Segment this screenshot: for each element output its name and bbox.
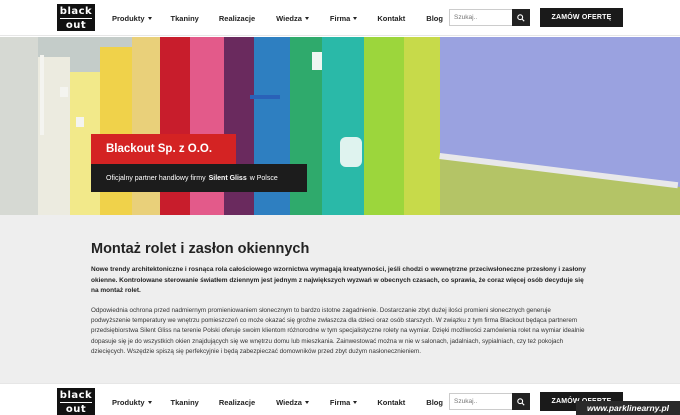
nav-item-firma[interactable]: Firma	[330, 398, 358, 407]
search-input[interactable]	[449, 9, 512, 26]
search-input[interactable]	[449, 393, 512, 410]
nav-item-kontakt[interactable]: Kontakt	[377, 398, 405, 407]
nav-item-produkty[interactable]: Produkty	[112, 398, 152, 407]
watermark-label: www.parklinearny.pl	[576, 401, 680, 415]
nav-item-kontakt[interactable]: Kontakt	[377, 14, 405, 23]
hero-subtitle: Oficjalny partner handlowy firmy Silent …	[91, 164, 307, 192]
nav-item-realizacje[interactable]: Realizacje	[219, 398, 255, 407]
nav-item-realizacje[interactable]: Realizacje	[219, 14, 255, 23]
nav-item-wiedza[interactable]: Wiedza	[276, 398, 309, 407]
nav-item-blog[interactable]: Blog	[426, 14, 443, 23]
main-menu: Produkty Tkaniny Realizacje Wiedza Firma…	[104, 384, 443, 415]
logo-line1: black	[59, 390, 93, 401]
search-button[interactable]	[512, 393, 530, 410]
search-button[interactable]	[512, 9, 530, 26]
brand-logo[interactable]: black out	[57, 388, 95, 415]
nav-item-tkaniny[interactable]: Tkaniny	[171, 14, 199, 23]
nav-item-firma[interactable]: Firma	[330, 14, 358, 23]
chevron-down-icon	[353, 16, 358, 20]
search-icon	[517, 13, 525, 22]
search-icon	[517, 397, 525, 406]
nav-item-tkaniny[interactable]: Tkaniny	[171, 398, 199, 407]
nav-item-produkty[interactable]: Produkty	[112, 14, 152, 23]
chevron-down-icon	[353, 400, 358, 404]
logo-line2: out	[60, 18, 92, 31]
hero-slider: Blackout Sp. z O.O. Oficjalny partner ha…	[0, 37, 680, 215]
hero-title: Blackout Sp. z O.O.	[91, 134, 236, 164]
chevron-down-icon	[147, 400, 152, 404]
order-offer-button[interactable]: ZAMÓW OFERTĘ	[540, 8, 623, 27]
main-menu: Produkty Tkaniny Realizacje Wiedza Firma…	[104, 0, 443, 36]
logo-line2: out	[60, 402, 92, 415]
nav-item-blog[interactable]: Blog	[426, 398, 443, 407]
chevron-down-icon	[304, 16, 309, 20]
top-navbar: black out Produkty Tkaniny Realizacje Wi…	[0, 0, 680, 36]
main-content: Montaż rolet i zasłon okiennych Nowe tre…	[0, 215, 680, 383]
nav-item-wiedza[interactable]: Wiedza	[276, 14, 309, 23]
page-title: Montaż rolet i zasłon okiennych	[91, 241, 310, 257]
brand-logo[interactable]: black out	[57, 4, 95, 31]
body-paragraph: Odpowiednia ochrona przed nadmiernym pro…	[91, 307, 585, 355]
lead-paragraph: Nowe trendy architektoniczne i rosnąca r…	[91, 266, 586, 295]
logo-line1: black	[59, 6, 93, 17]
chevron-down-icon	[304, 400, 309, 404]
chevron-down-icon	[147, 16, 152, 20]
